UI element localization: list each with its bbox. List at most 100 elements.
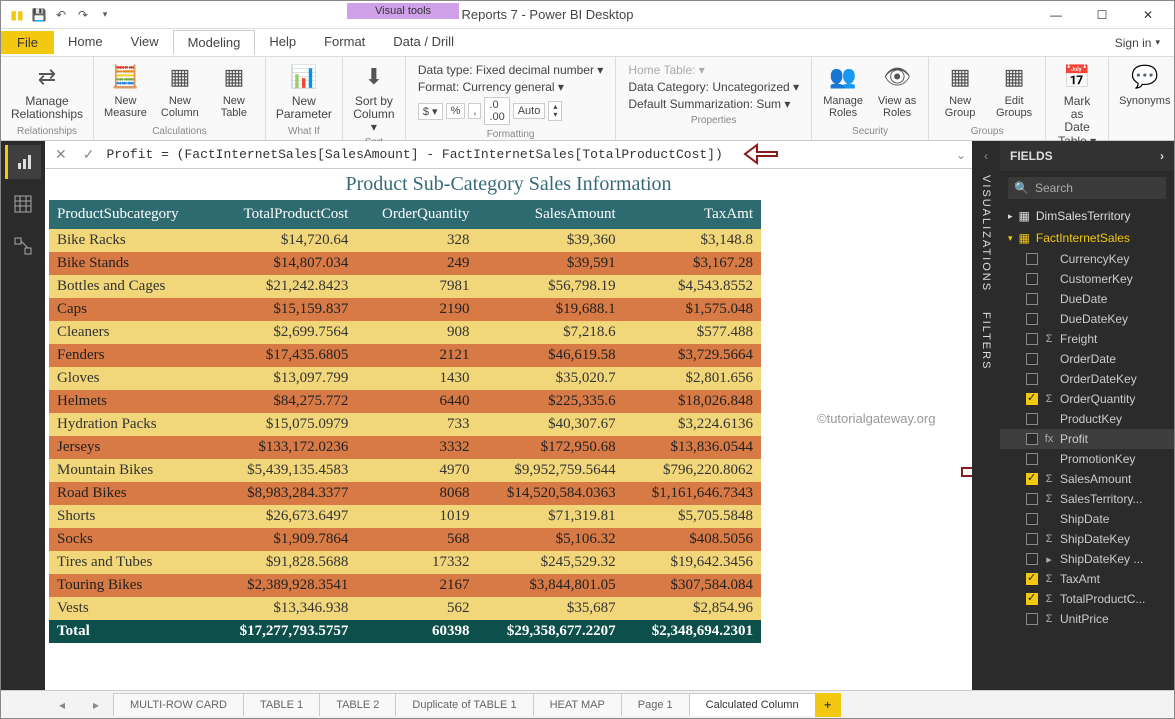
field-item[interactable]: ΣFreight bbox=[1000, 329, 1174, 349]
field-item[interactable]: ΣTaxAmt bbox=[1000, 569, 1174, 589]
sheet-tab[interactable]: Calculated Column bbox=[689, 693, 816, 716]
field-item[interactable]: OrderDate bbox=[1000, 349, 1174, 369]
field-item[interactable]: ΣOrderQuantity bbox=[1000, 389, 1174, 409]
field-item[interactable]: ShipDate bbox=[1000, 509, 1174, 529]
new-parameter-button[interactable]: 📊NewParameter bbox=[272, 59, 336, 123]
data-table[interactable]: ProductSubcategoryTotalProductCostOrderQ… bbox=[49, 200, 761, 643]
field-item[interactable]: CustomerKey bbox=[1000, 269, 1174, 289]
auto-decimals[interactable]: Auto bbox=[513, 103, 546, 119]
field-checkbox[interactable] bbox=[1026, 453, 1038, 465]
table-row[interactable]: Tires and Tubes$91,828.568817332$245,529… bbox=[49, 551, 761, 574]
column-header[interactable]: SalesAmount bbox=[478, 200, 624, 229]
maximize-button[interactable]: ☐ bbox=[1080, 2, 1124, 28]
report-view-button[interactable] bbox=[5, 145, 41, 179]
tabs-prev-button[interactable]: ◂ bbox=[45, 698, 79, 712]
table-row[interactable]: Jerseys$133,172.02363332$172,950.68$13,8… bbox=[49, 436, 761, 459]
formula-dropdown-icon[interactable]: ⌄ bbox=[956, 148, 966, 162]
sort-by-column-button[interactable]: ⬇Sort byColumn ▾ bbox=[349, 59, 399, 137]
table-row[interactable]: Bike Stands$14,807.034249$39,591$3,167.2… bbox=[49, 252, 761, 275]
sheet-tab[interactable]: TABLE 2 bbox=[319, 693, 396, 716]
field-checkbox[interactable] bbox=[1026, 253, 1038, 265]
table-row[interactable]: Cleaners$2,699.7564908$7,218.6$577.488 bbox=[49, 321, 761, 344]
field-item[interactable]: CurrencyKey bbox=[1000, 249, 1174, 269]
field-checkbox[interactable] bbox=[1026, 553, 1038, 565]
manage-roles-button[interactable]: 👥ManageRoles bbox=[818, 59, 868, 121]
column-header[interactable]: OrderQuantity bbox=[356, 200, 477, 229]
table-row[interactable]: Road Bikes$8,983,284.33778068$14,520,584… bbox=[49, 482, 761, 505]
table-row[interactable]: Hydration Packs$15,075.0979733$40,307.67… bbox=[49, 413, 761, 436]
default-summarization-dropdown[interactable]: Default Summarization: Sum ▾ bbox=[628, 97, 799, 111]
table-row[interactable]: Vests$13,346.938562$35,687$2,854.96 bbox=[49, 597, 761, 620]
model-view-button[interactable] bbox=[5, 229, 41, 263]
visualizations-pane-collapsed[interactable]: VISUALIZATIONS bbox=[980, 167, 992, 300]
menu-datadrill[interactable]: Data / Drill bbox=[379, 30, 468, 55]
field-checkbox[interactable] bbox=[1026, 393, 1038, 405]
new-measure-button[interactable]: 🧮NewMeasure bbox=[100, 59, 151, 121]
home-table-dropdown[interactable]: Home Table: ▾ bbox=[628, 63, 799, 77]
field-item[interactable]: ΣSalesAmount bbox=[1000, 469, 1174, 489]
edit-groups-button[interactable]: ▦EditGroups bbox=[989, 59, 1039, 121]
sign-in-button[interactable]: Sign in▾ bbox=[1101, 32, 1174, 54]
table-row[interactable]: Mountain Bikes$5,439,135.45834970$9,952,… bbox=[49, 459, 761, 482]
table-row[interactable]: Socks$1,909.7864568$5,106.32$408.5056 bbox=[49, 528, 761, 551]
commit-formula-button[interactable]: ✓ bbox=[79, 146, 99, 163]
field-item[interactable]: ΣTotalProductC... bbox=[1000, 589, 1174, 609]
close-button[interactable]: ✕ bbox=[1126, 2, 1170, 28]
sheet-tab[interactable]: HEAT MAP bbox=[533, 693, 622, 716]
field-item[interactable]: ▸ShipDateKey ... bbox=[1000, 549, 1174, 569]
menu-view[interactable]: View bbox=[117, 30, 173, 55]
comma-button[interactable]: , bbox=[468, 103, 481, 119]
data-category-dropdown[interactable]: Data Category: Uncategorized ▾ bbox=[628, 80, 799, 94]
field-item[interactable]: PromotionKey bbox=[1000, 449, 1174, 469]
field-item[interactable]: ΣShipDateKey bbox=[1000, 529, 1174, 549]
sheet-tab[interactable]: Duplicate of TABLE 1 bbox=[395, 693, 533, 716]
field-checkbox[interactable] bbox=[1026, 473, 1038, 485]
field-checkbox[interactable] bbox=[1026, 353, 1038, 365]
view as-roles-button[interactable]: 👁View asRoles bbox=[872, 59, 922, 121]
field-checkbox[interactable] bbox=[1026, 433, 1038, 445]
field-item[interactable]: ΣSalesTerritory... bbox=[1000, 489, 1174, 509]
field-item[interactable]: ProductKey bbox=[1000, 409, 1174, 429]
field-checkbox[interactable] bbox=[1026, 573, 1038, 585]
datatype-dropdown[interactable]: Data type: Fixed decimal number ▾ bbox=[418, 63, 603, 77]
filters-pane-collapsed[interactable]: FILTERS bbox=[980, 304, 992, 378]
data-view-button[interactable] bbox=[5, 187, 41, 221]
table-row[interactable]: Touring Bikes$2,389,928.35412167$3,844,8… bbox=[49, 574, 761, 597]
sheet-tab[interactable]: MULTI-ROW CARD bbox=[113, 693, 244, 716]
field-item[interactable]: DueDateKey bbox=[1000, 309, 1174, 329]
field-checkbox[interactable] bbox=[1026, 613, 1038, 625]
table-row[interactable]: Fenders$17,435.68052121$46,619.58$3,729.… bbox=[49, 344, 761, 367]
file-menu[interactable]: File bbox=[1, 31, 54, 54]
field-checkbox[interactable] bbox=[1026, 493, 1038, 505]
synonyms-button[interactable]: 💬Synonyms bbox=[1115, 59, 1174, 109]
field-checkbox[interactable] bbox=[1026, 513, 1038, 525]
fields-search-input[interactable]: 🔍Search bbox=[1008, 177, 1166, 199]
minimize-button[interactable]: — bbox=[1034, 2, 1078, 28]
formula-input[interactable] bbox=[106, 147, 947, 162]
currency-button[interactable]: $ ▾ bbox=[418, 103, 443, 120]
column-header[interactable]: TaxAmt bbox=[624, 200, 761, 229]
expand-pane-icon[interactable]: ‹ bbox=[984, 149, 988, 163]
field-checkbox[interactable] bbox=[1026, 373, 1038, 385]
percent-button[interactable]: % bbox=[446, 103, 466, 119]
spinner-button[interactable]: ▴▾ bbox=[548, 101, 562, 121]
field-item[interactable]: ΣUnitPrice bbox=[1000, 609, 1174, 629]
tabs-next-button[interactable]: ▸ bbox=[79, 698, 113, 712]
column-header[interactable]: ProductSubcategory bbox=[49, 200, 210, 229]
table-row[interactable]: Bike Racks$14,720.64328$39,360$3,148.8 bbox=[49, 229, 761, 252]
fields-table[interactable]: ▸▦DimSalesTerritory bbox=[1000, 205, 1174, 227]
table-row[interactable]: Gloves$13,097.7991430$35,020.7$2,801.656 bbox=[49, 367, 761, 390]
manage-relationships-button[interactable]: ⇄ManageRelationships bbox=[7, 59, 87, 123]
fields-header[interactable]: FIELDS› bbox=[1000, 141, 1174, 171]
field-item[interactable]: DueDate bbox=[1000, 289, 1174, 309]
format-dropdown[interactable]: Format: Currency general ▾ bbox=[418, 80, 603, 94]
menu-modeling[interactable]: Modeling bbox=[173, 30, 256, 55]
field-checkbox[interactable] bbox=[1026, 533, 1038, 545]
field-checkbox[interactable] bbox=[1026, 293, 1038, 305]
fields-table[interactable]: ▾▦FactInternetSales bbox=[1000, 227, 1174, 249]
new-column-button[interactable]: ▦NewColumn bbox=[155, 59, 205, 121]
sheet-tab[interactable]: Page 1 bbox=[621, 693, 690, 716]
mark-as-date-table-button[interactable]: 📅Mark asDate Table ▾ bbox=[1052, 59, 1102, 150]
add-page-button[interactable]: + bbox=[815, 693, 841, 717]
field-checkbox[interactable] bbox=[1026, 413, 1038, 425]
